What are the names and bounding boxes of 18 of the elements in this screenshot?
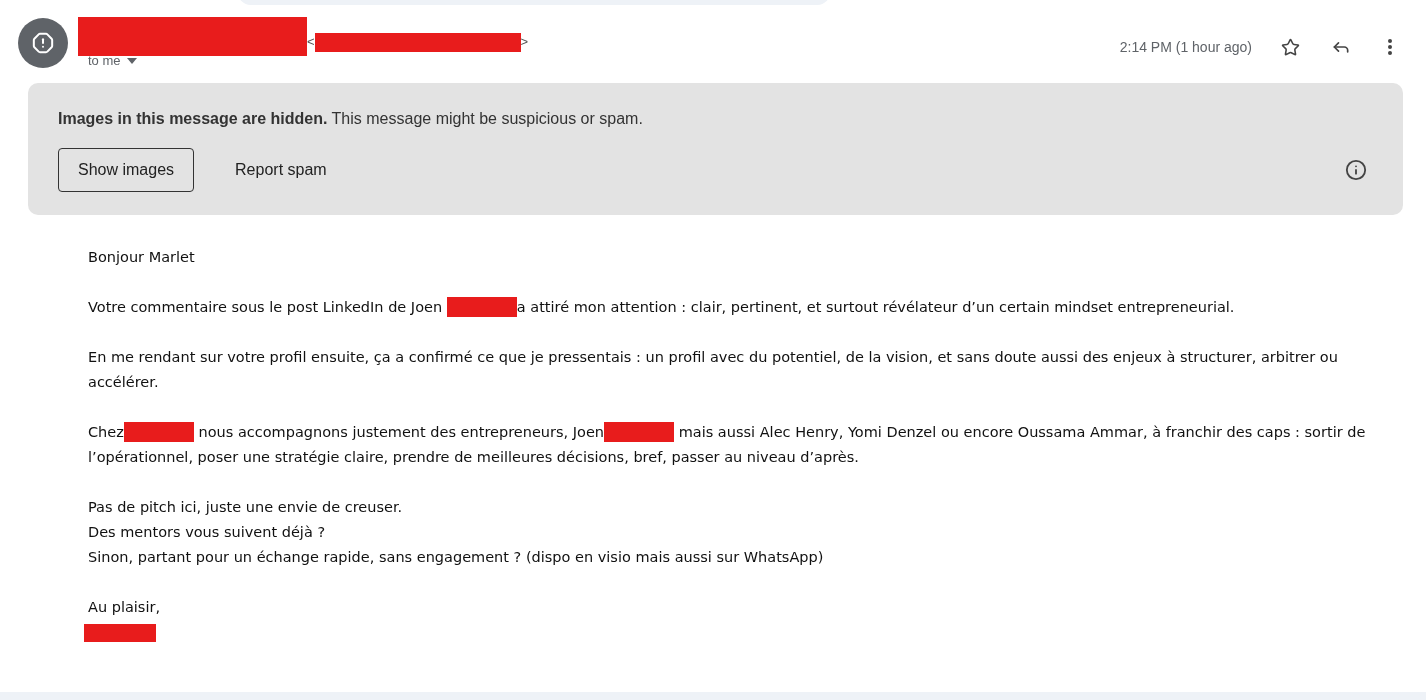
alert-icon — [32, 32, 54, 54]
message-paragraph: Pas de pitch ici, juste une envie de creuser. Des mentors vous suivent déjà ? Sinon, partant pour un échange rapide, sans engagement ? (dispo en visio mais aussi sur WhatsApp) — [88, 498, 824, 567]
redaction-mark — [84, 624, 156, 642]
star-icon — [1280, 37, 1300, 57]
message-paragraph: Votre commentaire sous le post LinkedIn de Joen a attiré mon attention : clair, pertinent, et surtout révélateur d’un certain mindset entrepreneurial. — [88, 295, 1235, 320]
report-spam-button[interactable]: Report spam — [216, 148, 346, 192]
message-paragraph: Au plaisir, — [88, 598, 161, 617]
message-paragraph: Bonjour Marlet — [88, 248, 195, 267]
message-time: 2:14 PM (1 hour ago) — [1119, 37, 1252, 57]
message-paragraph: En me rendant sur votre profil ensuite, ça a confirmé ce que je pressentais : un profil avec du potentiel, de la vision, et sans doute aussi des enjeux à structurer, arbitrer ou accélérer. — [88, 348, 1338, 392]
info-icon[interactable] — [1345, 159, 1367, 181]
email-bracket: < — [307, 33, 315, 52]
more-options-icon — [1388, 39, 1392, 55]
recipient-dropdown[interactable]: to me — [88, 54, 529, 67]
email-bracket: > — [520, 33, 529, 52]
show-images-button[interactable]: Show images — [58, 148, 195, 192]
message-paragraph: Chez nous accompagnons justement des entrepreneurs, Joen mais aussi Alec Henry, Yomi Denzel ou encore Oussama Ammar, à franchir des caps : sortir de l’opérationnel, poser une stratégie claire, prendre de meilleures décisions, bref, passer au niveau d’après. — [88, 420, 1366, 470]
warning-message: Images in this message are hidden. This message might be suspicious or spam. — [58, 109, 644, 129]
